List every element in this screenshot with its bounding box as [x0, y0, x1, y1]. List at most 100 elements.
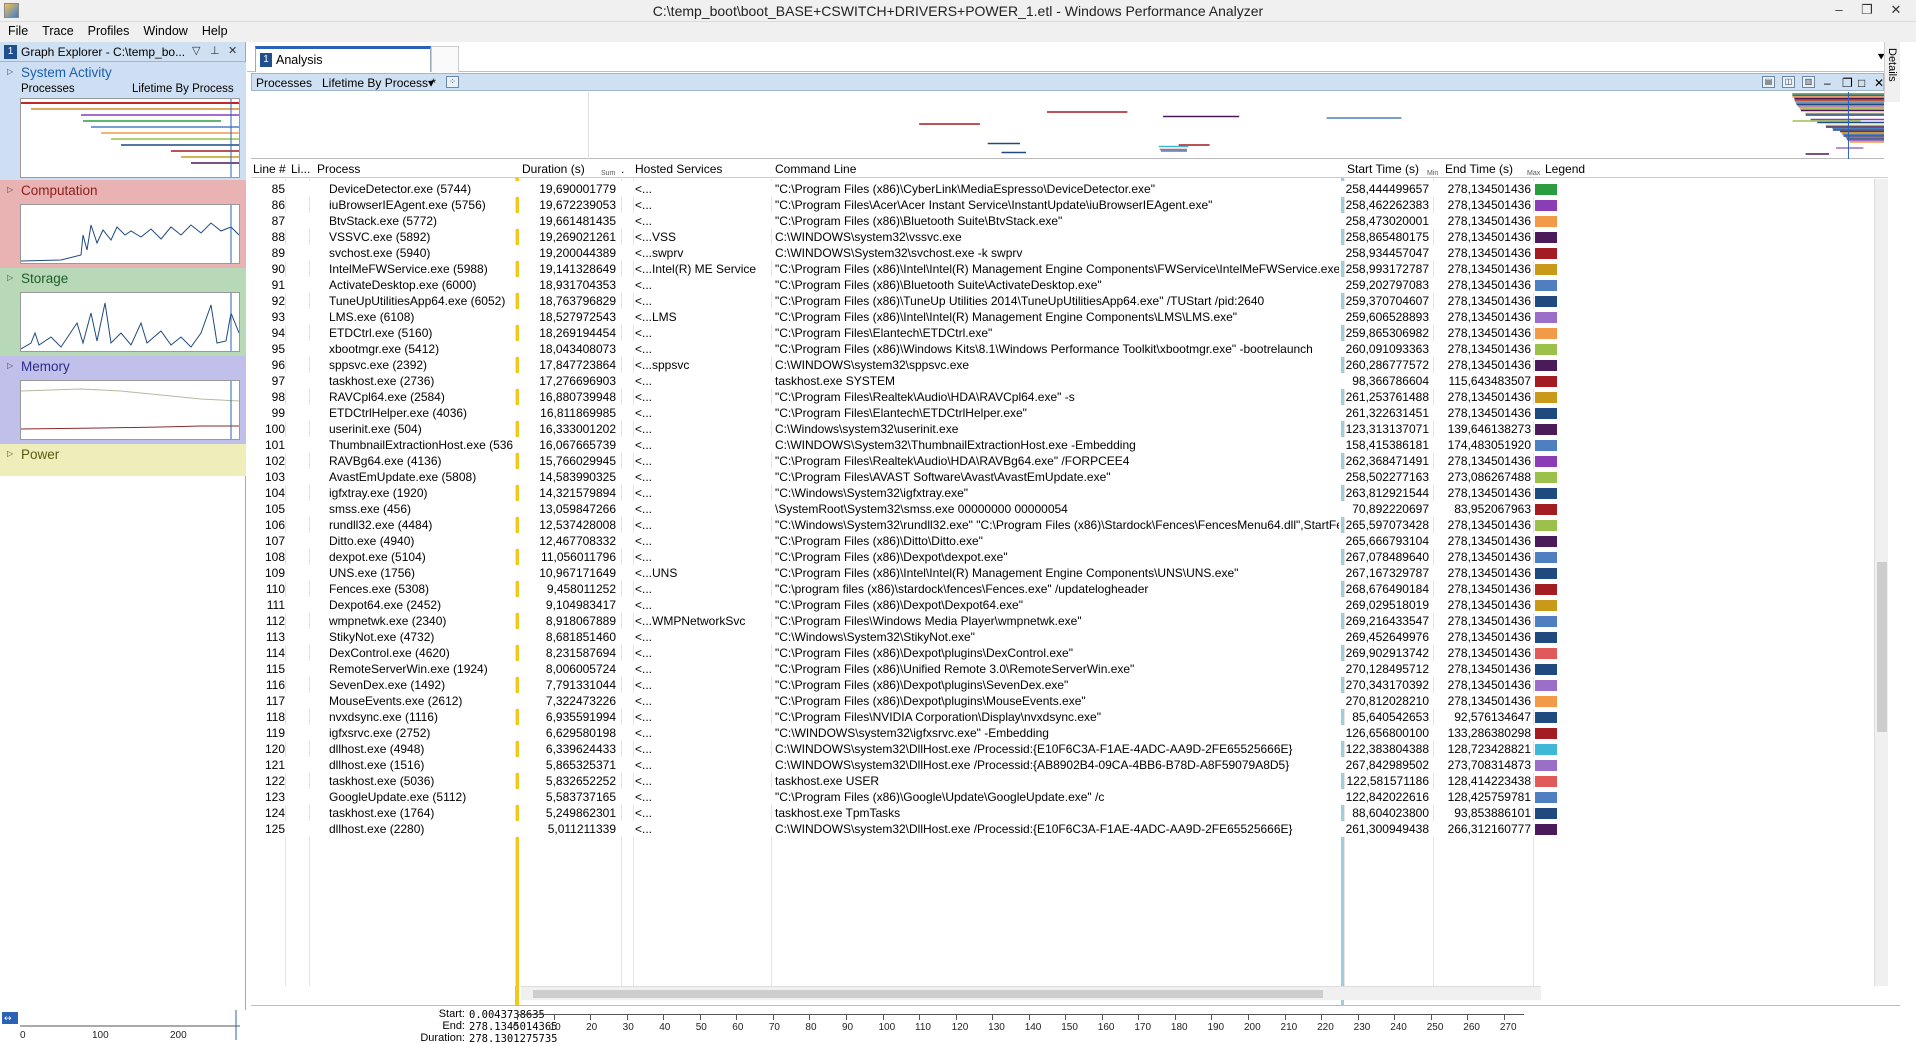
- col-command-line[interactable]: Command Line: [775, 162, 856, 176]
- expand-triangle-icon[interactable]: ▷: [7, 361, 13, 370]
- menu-file[interactable]: File: [0, 22, 35, 40]
- table-row[interactable]: 86 iuBrowserIEAgent.exe (5756) 19,67223905…: [251, 197, 1888, 213]
- menu-help[interactable]: Help: [195, 22, 235, 40]
- minimize-view-icon[interactable]: –: [1824, 76, 1831, 90]
- pin-icon[interactable]: ⊥: [210, 44, 220, 57]
- horizontal-scrollbar-thumb[interactable]: [533, 990, 1323, 998]
- category-name[interactable]: Power: [21, 447, 59, 462]
- table-row[interactable]: 87 BtvStack.exe (5772) 19,661481435 <... "C:…: [251, 213, 1888, 229]
- new-tab-button[interactable]: [431, 46, 459, 72]
- table-row[interactable]: 108 dexpot.exe (5104) 11,056011796 <... "C:\…: [251, 549, 1888, 565]
- vertical-scrollbar[interactable]: [1874, 179, 1888, 986]
- computation-thumbnail[interactable]: [20, 204, 240, 264]
- table-row[interactable]: 116 SevenDex.exe (1492) 7,791331044 <... "C:…: [251, 677, 1888, 693]
- tab-analysis[interactable]: 1 Analysis: [255, 46, 431, 72]
- col-hosted-services[interactable]: Hosted Services: [635, 162, 722, 176]
- table-row[interactable]: 102 RAVBg64.exe (4136) 15,766029945 <... "C:…: [251, 453, 1888, 469]
- maximize-view-icon[interactable]: □: [1858, 76, 1865, 90]
- table-row[interactable]: 103 AvastEmUpdate.exe (5808) 14,583990325 <…: [251, 469, 1888, 485]
- col-dot[interactable]: .: [621, 162, 624, 176]
- memory-thumbnail[interactable]: [20, 380, 240, 440]
- lifetime-graph[interactable]: [251, 92, 1884, 159]
- graph-and-table-icon[interactable]: ▤: [1762, 76, 1775, 88]
- col-line-number[interactable]: Line #: [253, 162, 286, 176]
- table-row[interactable]: 101 ThumbnailExtractionHost.exe (5368) 16,…: [251, 437, 1888, 453]
- close-panel-icon[interactable]: ✕: [228, 44, 237, 57]
- details-side-tab[interactable]: Details: [1884, 42, 1900, 102]
- timeline-axis[interactable]: Start: 0.0043738635 End: 278.1345014365 …: [251, 1005, 1900, 1044]
- menu-profiles[interactable]: Profiles: [81, 22, 137, 40]
- preset-dropdown-icon[interactable]: ▾: [428, 76, 434, 90]
- col-li[interactable]: Li...: [291, 162, 310, 176]
- table-row[interactable]: 121 dllhost.exe (1516) 5,865325371 <... C:\W…: [251, 757, 1888, 773]
- col-end-time[interactable]: End Time (s): [1445, 162, 1513, 176]
- table-row[interactable]: 115 RemoteServerWin.exe (1924) 8,006005724…: [251, 661, 1888, 677]
- table-row[interactable]: 118 nvxdsync.exe (1116) 6,935591994 <... "C:…: [251, 709, 1888, 725]
- table-row[interactable]: 119 igfxsrvc.exe (2752) 6,629580198 <... "C:…: [251, 725, 1888, 741]
- expand-triangle-icon[interactable]: ▷: [7, 185, 13, 194]
- system-activity-thumbnail[interactable]: [20, 98, 240, 178]
- table-row[interactable]: 92 TuneUpUtilitiesApp64.exe (6052) 18,7637…: [251, 293, 1888, 309]
- table-row[interactable]: 93 LMS.exe (6108) 18,527972543 <...LMS "C:\P…: [251, 309, 1888, 325]
- col-duration[interactable]: Duration (s): [522, 162, 585, 176]
- menu-window[interactable]: Window: [136, 22, 194, 40]
- table-row[interactable]: 122 taskhost.exe (5036) 5,832652252 <... tas…: [251, 773, 1888, 789]
- restore-view-icon[interactable]: ❐: [1842, 76, 1853, 90]
- table-row[interactable]: 99 ETDCtrlHelper.exe (4036) 16,811869985 <.…: [251, 405, 1888, 421]
- table-row[interactable]: 94 ETDCtrl.exe (5160) 18,269194454 <... "C:\…: [251, 325, 1888, 341]
- table-row[interactable]: 104 igfxtray.exe (1920) 14,321579894 <... "C…: [251, 485, 1888, 501]
- minimize-button[interactable]: –: [1825, 0, 1853, 22]
- preset-selector[interactable]: Lifetime By Process *: [322, 76, 436, 90]
- table-row[interactable]: 98 RAVCpl64.exe (2584) 16,880739948 <... "C:…: [251, 389, 1888, 405]
- expand-triangle-icon[interactable]: ▷: [7, 449, 13, 458]
- category-name[interactable]: System Activity: [21, 65, 112, 80]
- view-selector[interactable]: Processes: [256, 76, 312, 90]
- table-row[interactable]: 89 svchost.exe (5940) 19,200044389 <...swpr…: [251, 245, 1888, 261]
- category-computation[interactable]: ▷ Computation: [0, 180, 246, 268]
- table-row[interactable]: 124 taskhost.exe (1764) 5,249862301 <... tas…: [251, 805, 1888, 821]
- table-row[interactable]: 90 IntelMeFWService.exe (5988) 19,14132864…: [251, 261, 1888, 277]
- settings-icon[interactable]: ⁘: [446, 76, 459, 88]
- table-only-icon[interactable]: ▥: [1802, 76, 1815, 88]
- category-power[interactable]: ▷ Power: [0, 444, 246, 476]
- col-process[interactable]: Process: [317, 162, 360, 176]
- table-row[interactable]: 125 dllhost.exe (2280) 5,011211339 <... C:\W…: [251, 821, 1888, 837]
- table-row[interactable]: 120 dllhost.exe (4948) 6,339624433 <... C:\W…: [251, 741, 1888, 757]
- storage-thumbnail[interactable]: [20, 292, 240, 352]
- expand-triangle-icon[interactable]: ▷: [7, 67, 13, 76]
- horizontal-scrollbar[interactable]: [521, 986, 1541, 1000]
- col-start-time[interactable]: Start Time (s): [1347, 162, 1419, 176]
- table-row[interactable]: 88 VSSVC.exe (5892) 19,269021261 <...VSS C:\…: [251, 229, 1888, 245]
- table-row[interactable]: 110 Fences.exe (5308) 9,458011252 <... "C:\p…: [251, 581, 1888, 597]
- graph-only-icon[interactable]: ◫: [1782, 76, 1795, 88]
- category-memory[interactable]: ▷ Memory: [0, 356, 246, 444]
- menu-trace[interactable]: Trace: [35, 22, 81, 40]
- table-row[interactable]: 117 MouseEvents.exe (2612) 7,322473226 <...…: [251, 693, 1888, 709]
- dropdown-icon[interactable]: ▽: [192, 44, 200, 57]
- table-row[interactable]: 96 sppsvc.exe (2392) 17,847723864 <...sppsv…: [251, 357, 1888, 373]
- col-legend[interactable]: Legend: [1545, 162, 1585, 176]
- table-row[interactable]: 100 userinit.exe (504) 16,333001202 <... C:\…: [251, 421, 1888, 437]
- restore-button[interactable]: ❐: [1853, 0, 1881, 22]
- graph-explorer-timeline[interactable]: ↔ 0 100 200: [0, 1010, 246, 1044]
- table-row[interactable]: 111 Dexpot64.exe (2452) 9,104983417 <... "C:…: [251, 597, 1888, 613]
- close-view-icon[interactable]: ✕: [1874, 76, 1884, 90]
- table-row[interactable]: 123 GoogleUpdate.exe (5112) 5,583737165 <..…: [251, 789, 1888, 805]
- table-row[interactable]: 114 DexControl.exe (4620) 8,231587694 <... "…: [251, 645, 1888, 661]
- table-row[interactable]: 105 smss.exe (456) 13,059847266 <... \System…: [251, 501, 1888, 517]
- table-row[interactable]: 107 Ditto.exe (4940) 12,467708332 <... "C:\P…: [251, 533, 1888, 549]
- close-button[interactable]: ✕: [1882, 0, 1910, 22]
- expand-triangle-icon[interactable]: ▷: [7, 273, 13, 282]
- table-row[interactable]: 91 ActivateDesktop.exe (6000) 18,931704353…: [251, 277, 1888, 293]
- table-row[interactable]: 97 taskhost.exe (2736) 17,276696903 <... tas…: [251, 373, 1888, 389]
- table-row[interactable]: 112 wmpnetwk.exe (2340) 8,918067889 <...WMP…: [251, 613, 1888, 629]
- category-name[interactable]: Computation: [21, 183, 98, 198]
- table-row[interactable]: 113 StikyNot.exe (4732) 8,681851460 <... "C:…: [251, 629, 1888, 645]
- category-storage[interactable]: ▷ Storage: [0, 268, 246, 356]
- table-row[interactable]: 85 DeviceDetector.exe (5744) 19,690001779 <…: [251, 181, 1888, 197]
- table-row[interactable]: 106 rundll32.exe (4484) 12,537428008 <... "C…: [251, 517, 1888, 533]
- category-name[interactable]: Storage: [21, 271, 68, 286]
- category-system-activity[interactable]: ▷ System Activity Processes Lifetime By …: [0, 62, 246, 180]
- vertical-scrollbar-thumb[interactable]: [1877, 562, 1887, 732]
- table-row[interactable]: 109 UNS.exe (1756) 10,967171649 <...UNS "C:\…: [251, 565, 1888, 581]
